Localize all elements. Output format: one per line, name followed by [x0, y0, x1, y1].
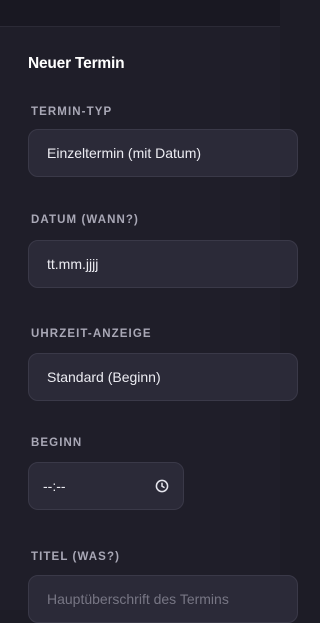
uhrzeit-anzeige-select[interactable]: Standard (Beginn)	[28, 353, 298, 401]
datum-value: tt.mm.jjjj	[47, 256, 99, 272]
termin-typ-label: TERMIN-TYP	[31, 106, 113, 118]
titel-placeholder: Hauptüberschrift des Termins	[47, 591, 229, 607]
beginn-label: BEGINN	[31, 437, 83, 449]
datum-label: DATUM (WANN?)	[31, 214, 139, 226]
termin-typ-value: Einzeltermin (mit Datum)	[47, 145, 202, 161]
titel-label: TITEL (WAS?)	[31, 551, 121, 563]
termin-typ-select[interactable]: Einzeltermin (mit Datum)	[28, 129, 298, 177]
beginn-value: --:--	[43, 478, 66, 494]
clock-icon[interactable]	[155, 479, 169, 493]
uhrzeit-anzeige-label: UHRZEIT-ANZEIGE	[31, 328, 152, 340]
beginn-time-input[interactable]: --:--	[28, 462, 184, 510]
titel-input[interactable]: Hauptüberschrift des Termins	[28, 575, 298, 623]
top-bar	[0, 0, 280, 27]
form-title: Neuer Termin	[28, 55, 125, 72]
uhrzeit-anzeige-value: Standard (Beginn)	[47, 369, 161, 385]
datum-input[interactable]: tt.mm.jjjj	[28, 240, 298, 288]
